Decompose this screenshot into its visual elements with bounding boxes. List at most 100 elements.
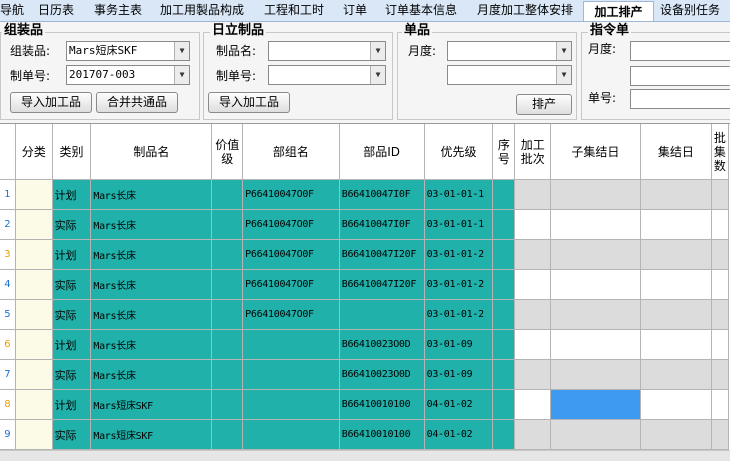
batch-cell[interactable] <box>514 329 552 360</box>
sub-assembly-date-cell[interactable] <box>550 329 641 360</box>
part-id-cell[interactable]: B66410047I20F <box>338 269 425 300</box>
sequence-cell[interactable] <box>492 329 516 360</box>
part-group-cell[interactable]: P66410047O0F <box>242 269 340 300</box>
single-month-select[interactable]: ▼ <box>447 41 572 61</box>
sub-assembly-date-cell[interactable] <box>550 359 641 390</box>
category-cell[interactable] <box>14 239 53 270</box>
tab-8[interactable]: 加工排产 <box>583 1 654 21</box>
assembly-date-cell[interactable] <box>639 299 712 330</box>
chevron-down-icon[interactable]: ▼ <box>370 66 385 84</box>
instruction-month-input-2[interactable] <box>630 66 730 86</box>
sub-assembly-date-cell[interactable] <box>550 209 641 240</box>
chevron-down-icon[interactable]: ▼ <box>174 42 189 60</box>
chevron-down-icon[interactable]: ▼ <box>370 42 385 60</box>
assembly-product-select[interactable]: Mars短床SKF ▼ <box>66 41 190 61</box>
product-name-cell[interactable]: Mars长床 <box>90 179 213 210</box>
tab-9[interactable]: 设备别任务 <box>660 0 720 21</box>
column-header-5[interactable]: 部组名 <box>242 124 340 180</box>
batch-cell[interactable] <box>514 179 552 210</box>
category-cell[interactable] <box>14 329 53 360</box>
part-id-cell[interactable]: B66410023O0D <box>338 359 425 390</box>
horizontal-scrollbar[interactable] <box>0 450 730 461</box>
batch-count-cell[interactable] <box>710 179 730 210</box>
column-header-7[interactable]: 优先级 <box>423 124 494 180</box>
product-name-cell[interactable]: Mars长床 <box>90 269 213 300</box>
part-group-cell[interactable]: P66410047O0F <box>242 239 340 270</box>
value-level-cell[interactable] <box>211 389 244 420</box>
type-cell[interactable]: 实际 <box>51 419 92 450</box>
priority-cell[interactable]: 03-01-01-2 <box>423 299 494 330</box>
sub-assembly-date-cell[interactable] <box>550 419 641 450</box>
tab-0[interactable]: 导航 <box>0 0 24 21</box>
table-row[interactable]: 9 实际 Mars短床SKF B66410010100 04-01-02 <box>0 419 730 450</box>
type-cell[interactable]: 计划 <box>51 389 92 420</box>
value-level-cell[interactable] <box>211 329 244 360</box>
category-cell[interactable] <box>14 389 53 420</box>
part-id-cell[interactable]: B66410047I0F <box>338 179 425 210</box>
assembly-date-cell[interactable] <box>639 389 712 420</box>
sequence-cell[interactable] <box>492 179 516 210</box>
part-group-cell[interactable] <box>242 389 340 420</box>
part-id-cell[interactable]: B66410047I20F <box>338 239 425 270</box>
table-row[interactable]: 5 实际 Mars长床 P66410047O0F 03-01-01-2 <box>0 299 730 330</box>
part-group-cell[interactable]: P66410047O0F <box>242 299 340 330</box>
column-header-8[interactable]: 序号 <box>492 124 516 180</box>
product-name-cell[interactable]: Mars长床 <box>90 299 213 330</box>
part-group-cell[interactable] <box>242 329 340 360</box>
sub-assembly-date-cell[interactable] <box>550 389 641 420</box>
sequence-cell[interactable] <box>492 209 516 240</box>
column-header-12[interactable]: 批集数 <box>710 124 730 180</box>
tab-7[interactable]: 月度加工整体安排 <box>477 0 573 21</box>
sequence-cell[interactable] <box>492 299 516 330</box>
value-level-cell[interactable] <box>211 239 244 270</box>
product-name-cell[interactable]: Mars长床 <box>90 359 213 390</box>
single-second-select[interactable]: ▼ <box>447 65 572 85</box>
tab-6[interactable]: 订单基本信息 <box>385 0 457 21</box>
product-name-cell[interactable]: Mars长床 <box>90 209 213 240</box>
sequence-cell[interactable] <box>492 389 516 420</box>
column-header-4[interactable]: 价值级 <box>211 124 244 180</box>
priority-cell[interactable]: 03-01-01-1 <box>423 179 494 210</box>
schedule-button[interactable]: 排产 <box>516 94 572 115</box>
type-cell[interactable]: 实际 <box>51 359 92 390</box>
assembly-date-cell[interactable] <box>639 419 712 450</box>
product-name-cell[interactable]: Mars短床SKF <box>90 419 213 450</box>
product-name-cell[interactable]: Mars长床 <box>90 329 213 360</box>
table-row[interactable]: 1 计划 Mars长床 P66410047O0F B66410047I0F 03-01-0… <box>0 179 730 210</box>
type-cell[interactable]: 实际 <box>51 209 92 240</box>
assembly-import-button[interactable]: 导入加工品 <box>10 92 92 113</box>
hitachi-name-select[interactable]: ▼ <box>268 41 386 61</box>
column-header-11[interactable]: 集结日 <box>639 124 712 180</box>
column-header-1[interactable]: 分类 <box>14 124 53 180</box>
tab-1[interactable]: 日历表 <box>38 0 74 21</box>
table-row[interactable]: 2 实际 Mars长床 P66410047O0F B66410047I0F 03-01-0… <box>0 209 730 240</box>
batch-count-cell[interactable] <box>710 329 730 360</box>
type-cell[interactable]: 计划 <box>51 329 92 360</box>
sequence-cell[interactable] <box>492 419 516 450</box>
chevron-down-icon[interactable]: ▼ <box>556 42 571 60</box>
instruction-order-input[interactable] <box>630 89 730 109</box>
assembly-date-cell[interactable] <box>639 239 712 270</box>
sub-assembly-date-cell[interactable] <box>550 239 641 270</box>
part-id-cell[interactable]: B66410010100 <box>338 419 425 450</box>
type-cell[interactable]: 计划 <box>51 239 92 270</box>
column-header-6[interactable]: 部品ID <box>338 124 425 180</box>
product-name-cell[interactable]: Mars长床 <box>90 239 213 270</box>
column-header-2[interactable]: 类别 <box>51 124 92 180</box>
table-row[interactable]: 4 实际 Mars长床 P66410047O0F B66410047I20F 03-01-… <box>0 269 730 300</box>
sub-assembly-date-cell[interactable] <box>550 179 641 210</box>
chevron-down-icon[interactable]: ▼ <box>174 66 189 84</box>
table-row[interactable]: 6 计划 Mars长床 B66410023O0D 03-01-09 <box>0 329 730 360</box>
hitachi-import-button[interactable]: 导入加工品 <box>208 92 290 113</box>
batch-count-cell[interactable] <box>710 299 730 330</box>
type-cell[interactable]: 计划 <box>51 179 92 210</box>
batch-cell[interactable] <box>514 209 552 240</box>
priority-cell[interactable]: 04-01-02 <box>423 389 494 420</box>
part-id-cell[interactable]: B66410047I0F <box>338 209 425 240</box>
part-id-cell[interactable] <box>338 299 425 330</box>
category-cell[interactable] <box>14 299 53 330</box>
assembly-date-cell[interactable] <box>639 209 712 240</box>
column-header-10[interactable]: 子集结日 <box>550 124 641 180</box>
sub-assembly-date-cell[interactable] <box>550 269 641 300</box>
part-id-cell[interactable]: B66410023O0D <box>338 329 425 360</box>
